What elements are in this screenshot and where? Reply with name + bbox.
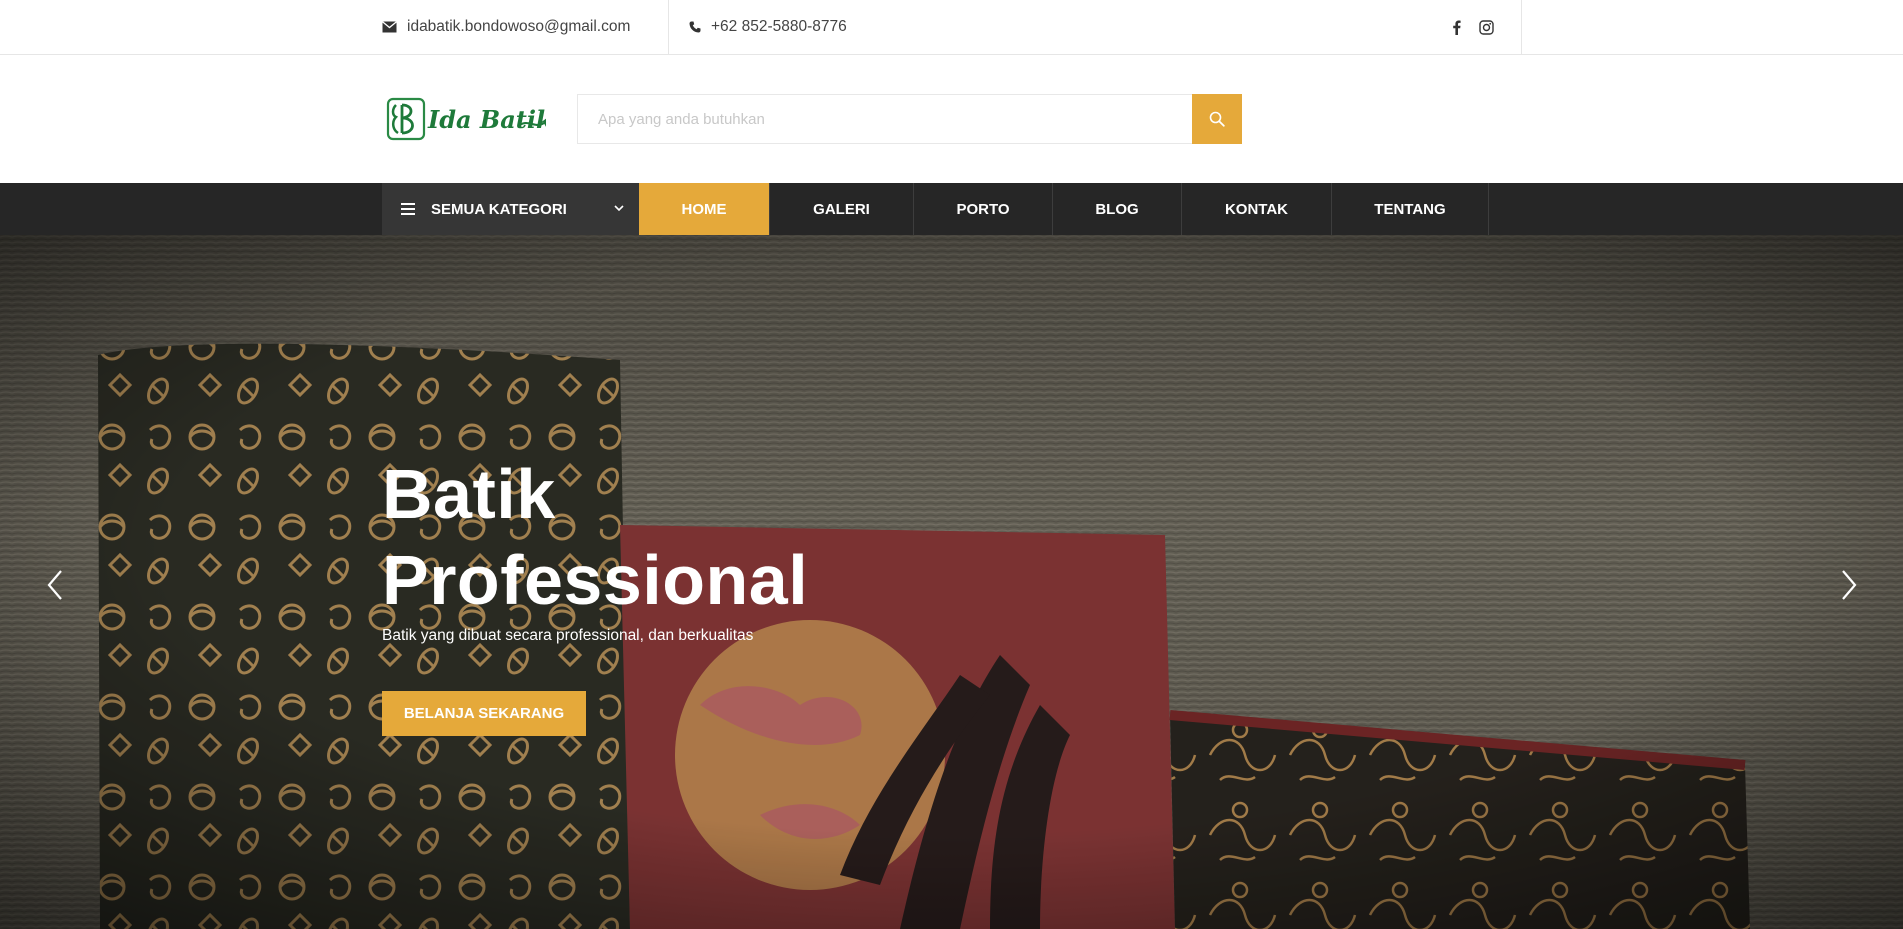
nav-item-blog[interactable]: BLOG xyxy=(1053,183,1182,235)
chevron-left-icon xyxy=(46,569,64,601)
svg-text:Ida Batik: Ida Batik xyxy=(427,105,546,134)
facebook-icon[interactable] xyxy=(1452,20,1461,35)
chevron-right-icon xyxy=(1840,569,1858,601)
site-logo[interactable]: Ida Batik xyxy=(386,95,553,143)
shop-now-button[interactable]: BELANJA SEKARANG xyxy=(382,691,586,736)
site-header: Ida Batik xyxy=(0,55,1903,183)
slider-prev-button[interactable] xyxy=(40,565,70,605)
nav-item-kontak[interactable]: KONTAK xyxy=(1182,183,1332,235)
hero-title-line1: Batik xyxy=(382,455,556,533)
hamburger-icon xyxy=(401,203,415,215)
hero-title-line2: Professional xyxy=(382,541,809,619)
contact-email-text: idabatik.bondowoso@gmail.com xyxy=(407,18,631,35)
search-form xyxy=(577,94,1242,144)
contact-phone-text: +62 852-5880-8776 xyxy=(711,18,847,35)
nav-item-porto[interactable]: PORTO xyxy=(914,183,1053,235)
hero-background-image xyxy=(0,235,1903,929)
search-button[interactable] xyxy=(1192,94,1242,144)
all-categories-label: SEMUA KATEGORI xyxy=(431,200,567,218)
nav-item-home[interactable]: HOME xyxy=(639,183,770,235)
envelope-icon xyxy=(382,21,397,33)
top-bar: idabatik.bondowoso@gmail.com +62 852-588… xyxy=(0,0,1903,55)
instagram-icon[interactable] xyxy=(1479,19,1494,35)
topbar-divider xyxy=(668,0,669,54)
hero-title: Batik Professional xyxy=(382,451,808,623)
nav-item-tentang[interactable]: TENTANG xyxy=(1332,183,1489,235)
phone-icon xyxy=(689,21,701,33)
hero-slider: Batik Professional Batik yang dibuat sec… xyxy=(0,235,1903,929)
chevron-down-icon xyxy=(613,201,625,215)
contact-phone[interactable]: +62 852-5880-8776 xyxy=(689,0,847,54)
main-nav: SEMUA KATEGORI HOME GALERI PORTO BLOG KO… xyxy=(0,183,1903,235)
slider-next-button[interactable] xyxy=(1834,565,1864,605)
search-input[interactable] xyxy=(577,94,1192,144)
search-icon xyxy=(1209,111,1225,127)
contact-email[interactable]: idabatik.bondowoso@gmail.com xyxy=(382,0,630,54)
nav-item-galeri[interactable]: GALERI xyxy=(770,183,914,235)
social-links xyxy=(1452,0,1494,54)
hero-subtitle: Batik yang dibuat secara professional, d… xyxy=(382,627,754,644)
all-categories-dropdown[interactable]: SEMUA KATEGORI xyxy=(382,183,639,235)
topbar-divider xyxy=(1521,0,1522,54)
nav-menu: HOME GALERI PORTO BLOG KONTAK TENTANG xyxy=(639,183,1489,235)
